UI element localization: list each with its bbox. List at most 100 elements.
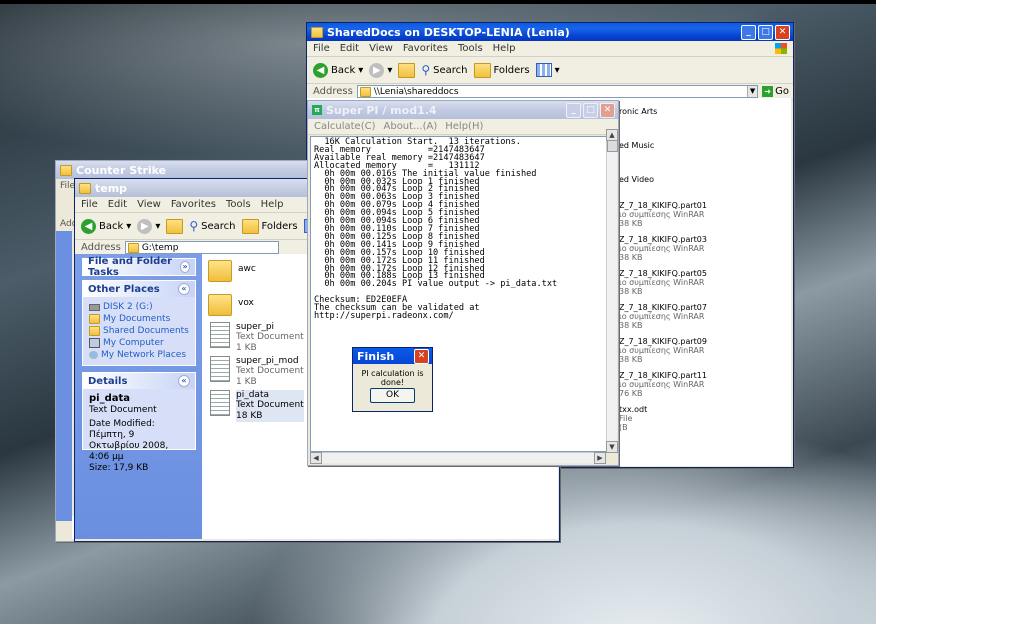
file-size: 1 KB: [236, 343, 257, 353]
text-document-icon: [210, 356, 230, 382]
menu-favorites[interactable]: Favorites: [403, 43, 448, 54]
shared-list-item[interactable]: Z_7_18_KIKIFQ.part09 ιο συμπίεσης WinRAR 3…: [619, 337, 707, 364]
views-button[interactable]: ▾: [535, 63, 560, 77]
search-label: Search: [201, 220, 236, 232]
search-button[interactable]: ⚲ Search: [421, 63, 467, 77]
forward-button[interactable]: ▶ ▾: [137, 218, 160, 234]
scroll-left-arrow-icon[interactable]: ◀: [310, 452, 322, 464]
shared-list-item[interactable]: Z_7_18_KIKIFQ.part07 ιο συμπίεσης WinRAR 3…: [619, 303, 707, 330]
shared-list-item[interactable]: Z_7_18_KIKIFQ.part11 ιο συμπίεσης WinRAR 7…: [619, 371, 707, 398]
minimize-button[interactable]: _: [741, 25, 756, 40]
shared-item-name: Z_7_18_KIKIFQ.part11: [619, 371, 707, 380]
menu-about[interactable]: About...(A): [384, 121, 438, 132]
place-shared-documents[interactable]: Shared Documents: [89, 325, 189, 337]
menu-tools[interactable]: Tools: [226, 199, 251, 210]
go-button[interactable]: ➜ Go: [762, 86, 789, 97]
shared-list-item[interactable]: ed Music: [619, 141, 654, 150]
share-folder-icon: [359, 86, 371, 97]
file-folder-tasks-panel[interactable]: File and Folder Tasks »: [82, 256, 196, 278]
menu-help[interactable]: Help: [261, 199, 284, 210]
superpi-titlebar[interactable]: π Super PI / mod1.4 _ □ ✕: [308, 101, 618, 119]
address-dropdown-icon[interactable]: ▼: [747, 86, 758, 97]
shared-list-item[interactable]: Z_7_18_KIKIFQ.part03 ιο συμπίεσης WinRAR 3…: [619, 235, 707, 262]
file-folder-tasks-header[interactable]: File and Folder Tasks »: [83, 256, 195, 278]
address-label: Address: [81, 242, 121, 253]
menu-help[interactable]: Help(H): [445, 121, 483, 132]
menu-edit[interactable]: Edit: [340, 43, 359, 54]
shared-item-name: Z_7_18_KIKIFQ.part01: [619, 201, 707, 210]
details-panel: Details « pi_data Text Document Date Modi…: [82, 372, 196, 473]
shared-list-item[interactable]: Z_7_18_KIKIFQ.part05 ιο συμπίεσης WinRAR 3…: [619, 269, 707, 296]
finish-dialog-title: Finish: [357, 349, 395, 363]
counterstrike-menu-file[interactable]: File: [60, 181, 75, 191]
file-name: awc: [238, 264, 256, 274]
finish-dialog[interactable]: Finish ✕ PI calculation is done! OK: [352, 347, 433, 412]
up-folder-button[interactable]: [166, 218, 184, 234]
finish-dialog-titlebar[interactable]: Finish ✕: [353, 348, 432, 364]
back-button[interactable]: ◀ Back ▾: [81, 218, 131, 234]
folder-icon: [208, 294, 232, 316]
shared-list-item[interactable]: txx.odt File (B: [619, 405, 647, 432]
place-my-network-places[interactable]: My Network Places: [89, 349, 189, 361]
place-my-computer[interactable]: My Computer: [89, 337, 189, 349]
file-size: 18 KB: [236, 411, 263, 421]
shareddocs-titlebar[interactable]: SharedDocs on DESKTOP-LENIA (Lenia) _ □ …: [307, 23, 793, 41]
scroll-down-arrow-icon[interactable]: ▼: [606, 441, 618, 453]
file-item-vox[interactable]: vox: [208, 294, 254, 316]
folders-button[interactable]: Folders: [241, 218, 298, 234]
search-button[interactable]: ⚲ Search: [189, 219, 235, 233]
menu-calculate[interactable]: Calculate(C): [314, 121, 376, 132]
close-button[interactable]: ✕: [414, 349, 429, 364]
file-item-awc[interactable]: awc: [208, 260, 256, 282]
address-input[interactable]: G:\temp: [124, 241, 279, 254]
close-button[interactable]: ✕: [775, 25, 790, 40]
folders-button[interactable]: Folders: [473, 62, 530, 78]
shared-list-item[interactable]: ronic Arts: [619, 107, 657, 116]
maximize-button[interactable]: □: [758, 25, 773, 40]
back-button[interactable]: ◀ Back ▾: [313, 62, 363, 78]
shared-list-item[interactable]: Z_7_18_KIKIFQ.part01 ιο συμπίεσης WinRAR 3…: [619, 201, 707, 228]
shared-item-name: txx.odt: [619, 405, 648, 414]
shared-list-item[interactable]: ed Video: [619, 175, 654, 184]
maximize-button[interactable]: □: [583, 103, 598, 118]
menu-favorites[interactable]: Favorites: [171, 199, 216, 210]
menu-edit[interactable]: Edit: [108, 199, 127, 210]
file-folder-tasks-title: File and Folder Tasks: [88, 256, 173, 278]
menu-file[interactable]: File: [313, 43, 330, 54]
shared-item-meta1: ιο συμπίεσης WinRAR: [619, 346, 705, 355]
menu-view[interactable]: View: [369, 43, 393, 54]
details-type: Text Document: [89, 405, 157, 415]
menu-view[interactable]: View: [137, 199, 161, 210]
up-folder-icon: [398, 62, 416, 78]
forward-arrow-icon: ▶: [369, 62, 385, 78]
minimize-button[interactable]: _: [566, 103, 581, 118]
up-folder-button[interactable]: [398, 62, 416, 78]
place-my-documents[interactable]: My Documents: [89, 313, 189, 325]
scroll-thumb[interactable]: [607, 140, 618, 152]
file-name: pi_data: [236, 390, 269, 400]
shared-item-meta2: 38 KB: [619, 321, 643, 330]
shared-item-meta2: 38 KB: [619, 355, 643, 364]
ok-button[interactable]: OK: [370, 388, 415, 403]
menu-file[interactable]: File: [81, 199, 98, 210]
menu-help[interactable]: Help: [493, 43, 516, 54]
superpi-vertical-scrollbar[interactable]: ▲ ▼: [606, 129, 618, 453]
back-label: Back: [99, 220, 124, 232]
place-disk2[interactable]: DISK 2 (G:): [89, 301, 189, 313]
forward-arrow-icon: ▶: [137, 218, 153, 234]
file-item-pi-data[interactable]: pi_data Text Document 18 KB: [210, 390, 304, 422]
file-item-super-pi-mod[interactable]: super_pi_mod Text Document 1 KB: [210, 356, 304, 388]
details-header[interactable]: Details «: [83, 373, 195, 389]
file-item-super-pi[interactable]: super_pi Text Document 1 KB: [210, 322, 304, 354]
forward-button[interactable]: ▶ ▾: [369, 62, 392, 78]
other-places-header[interactable]: Other Places «: [83, 281, 195, 297]
close-button[interactable]: ✕: [600, 103, 615, 118]
back-arrow-icon: ◀: [81, 218, 96, 234]
address-input[interactable]: \\Lenia\shareddocs ▼: [356, 85, 759, 98]
menu-tools[interactable]: Tools: [458, 43, 483, 54]
address-value: G:\temp: [141, 242, 179, 253]
scroll-right-arrow-icon[interactable]: ▶: [594, 452, 606, 464]
folder-icon: [60, 164, 72, 176]
shared-item-meta2: 38 KB: [619, 287, 643, 296]
superpi-horizontal-scrollbar[interactable]: ◀ ▶: [310, 452, 606, 464]
